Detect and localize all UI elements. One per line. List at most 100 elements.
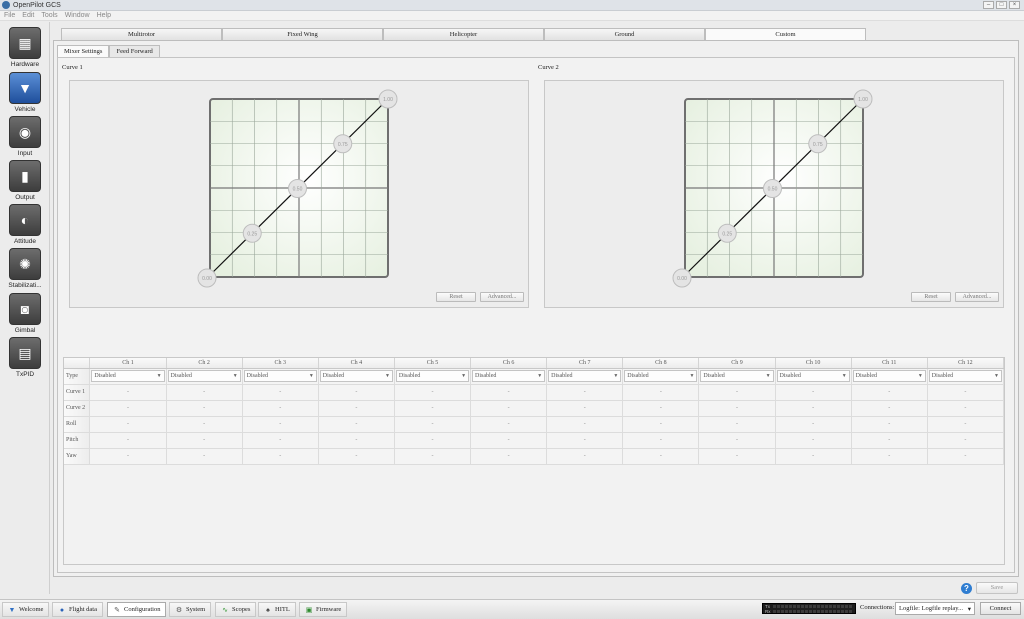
mixer-value-cell[interactable]: - <box>89 448 167 465</box>
tab-feed-forward[interactable]: Feed Forward <box>109 45 160 57</box>
mixer-value-cell[interactable]: - <box>318 448 395 465</box>
mixer-value-cell[interactable]: - <box>775 416 852 433</box>
mixer-type-select[interactable]: Disabled ▼ <box>852 370 926 382</box>
mixer-value-cell[interactable]: - <box>546 432 624 449</box>
mixer-value-cell[interactable]: - <box>318 416 395 433</box>
mixer-value-cell[interactable]: - <box>622 448 700 465</box>
mixer-value-cell[interactable]: - <box>318 400 395 417</box>
curve1-editor[interactable]: 0.00 0.25 0.50 0.75 1.00 Reset Advanced... <box>69 80 529 308</box>
mode-tab-firmware[interactable]: ▣ Firmware <box>299 602 348 617</box>
mixer-value-cell[interactable]: - <box>89 384 167 401</box>
curve-point-handle[interactable]: 0.50 <box>763 179 782 198</box>
mixer-value-cell[interactable]: - <box>89 416 167 433</box>
mixer-value-cell[interactable]: - <box>698 432 776 449</box>
mixer-value-cell[interactable]: - <box>927 400 1004 417</box>
curve1-advanced-button[interactable]: Advanced... <box>480 292 524 302</box>
mode-tab-welcome[interactable]: ▼ Welcome <box>2 602 50 617</box>
mode-tab-hitl[interactable]: ♠ HITL <box>258 602 296 617</box>
curve-point-handle[interactable]: 0.50 <box>288 179 307 198</box>
mixer-type-select[interactable]: Disabled ▼ <box>548 370 622 382</box>
curve-point-handle[interactable]: 0.75 <box>808 134 828 154</box>
curve2-reset-button[interactable]: Reset <box>911 292 951 302</box>
mixer-value-cell[interactable]: - <box>622 416 700 433</box>
mixer-value-cell[interactable]: - <box>698 448 776 465</box>
mixer-value-cell[interactable]: - <box>546 448 624 465</box>
mixer-type-select[interactable]: Disabled ▼ <box>624 370 698 382</box>
mixer-value-cell[interactable]: - <box>470 384 548 401</box>
mixer-value-cell[interactable]: - <box>775 384 852 401</box>
mixer-value-cell[interactable]: - <box>546 416 624 433</box>
mixer-value-cell[interactable]: - <box>851 448 928 465</box>
help-icon[interactable]: ? <box>961 583 972 594</box>
mixer-value-cell[interactable]: - <box>166 400 243 417</box>
mode-tab-configuration[interactable]: ✎ Configuration <box>107 602 167 617</box>
mixer-value-cell[interactable]: - <box>775 432 852 449</box>
mixer-value-cell[interactable]: - <box>622 400 700 417</box>
mixer-value-cell[interactable]: - <box>622 384 700 401</box>
sidebar-item-vehicle[interactable]: ▼ Vehicle <box>3 72 47 116</box>
mixer-value-cell[interactable]: - <box>927 448 1004 465</box>
curve2-editor[interactable]: 0.00 0.25 0.50 0.75 1.00 Reset Advanced... <box>544 80 1004 308</box>
minimize-button[interactable]: – <box>983 1 994 9</box>
menu-edit[interactable]: Edit <box>22 12 34 19</box>
mixer-value-cell[interactable]: - <box>698 384 776 401</box>
curve-point-handle[interactable]: 1.00 <box>853 89 873 109</box>
mixer-value-cell[interactable]: - <box>546 400 624 417</box>
curve-point-handle[interactable]: 0.75 <box>333 134 353 154</box>
sidebar-item-attitude[interactable]: ◐ Attitude <box>3 204 47 248</box>
mixer-value-cell[interactable]: - <box>470 400 548 417</box>
curve-point-handle[interactable]: 0.25 <box>242 223 262 243</box>
mixer-value-cell[interactable]: - <box>927 384 1004 401</box>
tab-mixer-settings[interactable]: Mixer Settings <box>57 45 110 57</box>
tab-ground[interactable]: Ground <box>544 28 705 40</box>
mixer-value-cell[interactable]: - <box>775 448 852 465</box>
mixer-value-cell[interactable]: - <box>851 416 928 433</box>
mixer-type-select[interactable]: Disabled ▼ <box>395 370 470 382</box>
mixer-value-cell[interactable]: - <box>242 400 319 417</box>
mixer-value-cell[interactable]: - <box>166 432 243 449</box>
mixer-value-cell[interactable]: - <box>394 448 472 465</box>
connect-button[interactable]: Connect <box>980 602 1021 615</box>
mixer-type-select[interactable]: Disabled ▼ <box>91 370 165 382</box>
mixer-value-cell[interactable]: - <box>166 416 243 433</box>
sidebar-item-output[interactable]: ▮ Output <box>3 160 47 204</box>
mixer-value-cell[interactable]: - <box>318 384 395 401</box>
mixer-value-cell[interactable]: - <box>546 384 624 401</box>
curve-point-handle[interactable]: 0.00 <box>197 268 217 288</box>
mixer-value-cell[interactable]: - <box>166 384 243 401</box>
curve1-reset-button[interactable]: Reset <box>436 292 476 302</box>
mixer-value-cell[interactable]: - <box>775 400 852 417</box>
connection-select[interactable]: Logfile: Logfile replay... ▾ <box>895 602 975 615</box>
close-button[interactable]: × <box>1009 1 1020 9</box>
mixer-value-cell[interactable]: - <box>394 400 472 417</box>
mode-tab-system[interactable]: ⚙ System <box>169 602 212 617</box>
mixer-type-select[interactable]: Disabled ▼ <box>243 370 317 382</box>
mixer-value-cell[interactable]: - <box>927 416 1004 433</box>
mixer-value-cell[interactable]: - <box>242 432 319 449</box>
tab-helicopter[interactable]: Helicopter <box>383 28 544 40</box>
curve1-graph[interactable]: 0.00 0.25 0.50 0.75 1.00 <box>70 81 530 309</box>
mixer-value-cell[interactable]: - <box>318 432 395 449</box>
sidebar-item-stabilization[interactable]: ✺ Stabilizati... <box>3 248 47 292</box>
mixer-value-cell[interactable]: - <box>622 432 700 449</box>
mixer-value-cell[interactable]: - <box>470 448 548 465</box>
tab-fixed-wing[interactable]: Fixed Wing <box>222 28 383 40</box>
mixer-type-select[interactable]: Disabled ▼ <box>700 370 774 382</box>
menu-file[interactable]: File <box>4 12 15 19</box>
curve-point-handle[interactable]: 1.00 <box>378 89 398 109</box>
sidebar-item-txpid[interactable]: ▤ TxPID <box>3 337 47 381</box>
mode-tab-scopes[interactable]: ∿ Scopes <box>215 602 257 617</box>
mode-tab-flight-data[interactable]: ● Flight data <box>52 602 103 617</box>
menu-help[interactable]: Help <box>97 12 111 19</box>
mixer-value-cell[interactable]: - <box>394 432 472 449</box>
mixer-value-cell[interactable]: - <box>166 448 243 465</box>
mixer-value-cell[interactable]: - <box>89 432 167 449</box>
mixer-type-select[interactable]: Disabled ▼ <box>167 370 241 382</box>
mixer-value-cell[interactable]: - <box>242 416 319 433</box>
tab-multirotor[interactable]: Multirotor <box>61 28 222 40</box>
curve-point-handle[interactable]: 0.00 <box>672 268 692 288</box>
mixer-value-cell[interactable]: - <box>698 416 776 433</box>
mixer-value-cell[interactable]: - <box>242 384 319 401</box>
mixer-value-cell[interactable]: - <box>851 384 928 401</box>
maximize-button[interactable]: □ <box>996 1 1007 9</box>
